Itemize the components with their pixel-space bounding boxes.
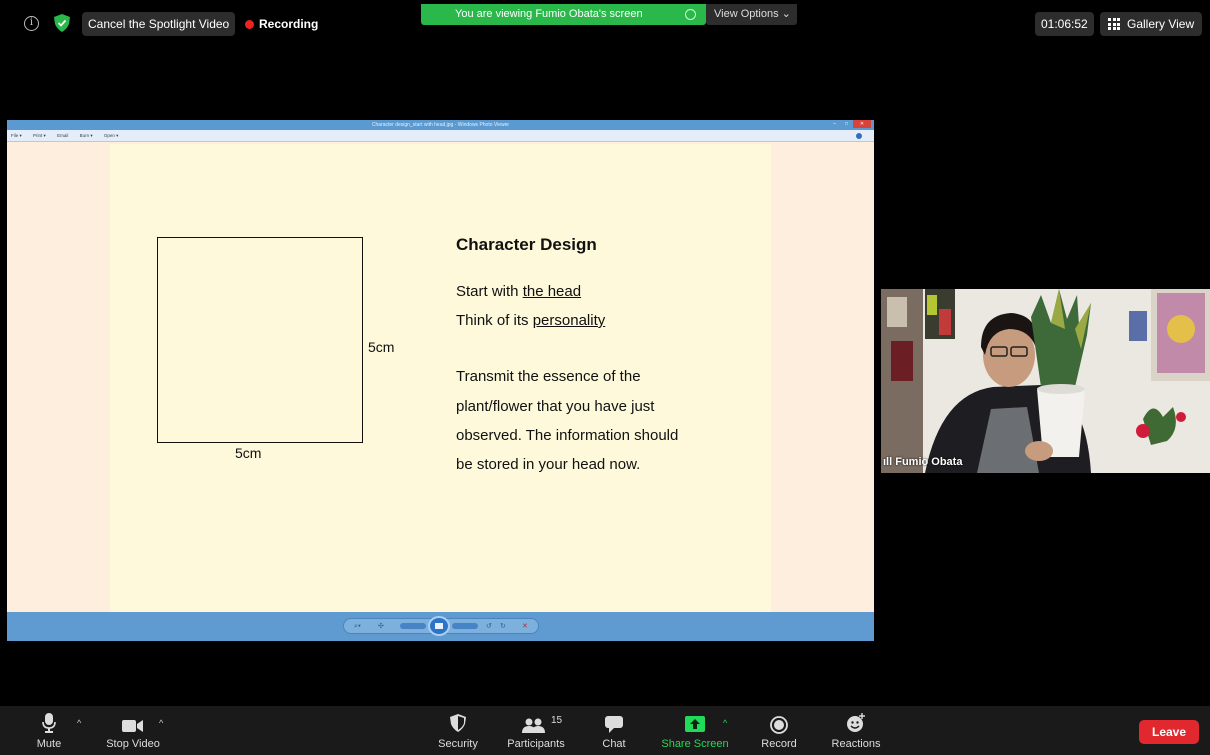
- window-controls: – □ ✕: [828, 120, 871, 130]
- gallery-view-button[interactable]: Gallery View: [1100, 12, 1203, 36]
- zoom-icon: ⌕▾: [354, 623, 361, 630]
- signal-bars-icon: ıll: [883, 456, 893, 468]
- reactions-label: Reactions: [831, 738, 881, 750]
- video-options-chevron-icon[interactable]: ^: [159, 718, 163, 728]
- slide-title: Character Design: [456, 235, 597, 254]
- record-icon: [770, 716, 788, 734]
- stop-video-label: Stop Video: [106, 738, 160, 750]
- menu-open: Open ▾: [103, 133, 119, 138]
- chat-bubble-icon: [605, 716, 623, 733]
- fit-icon: ✣: [378, 623, 384, 630]
- help-icon: [856, 133, 862, 139]
- slide-image: 5cm 5cm Character Design Start with the …: [110, 144, 771, 612]
- participants-button[interactable]: 15 Participants: [500, 706, 572, 755]
- slide-body-line: plant/flower that you have just: [456, 398, 655, 415]
- meeting-toolbar: Mute ^ Stop Video ^ Security 15 Particip…: [0, 706, 1210, 755]
- slide-body-line: Transmit the essence of the: [456, 368, 641, 385]
- menu-print: Print ▾: [33, 133, 46, 138]
- slide-line-head: Start with the head: [456, 283, 582, 300]
- underlined-personality: personality: [532, 312, 606, 329]
- photo-viewer-controls: ⌕▾ ✣ ↺ ↻ ✕: [7, 612, 874, 641]
- recording-label: Recording: [259, 17, 319, 31]
- menu-email: Email: [57, 133, 69, 138]
- info-icon[interactable]: i: [24, 16, 39, 31]
- menu-burn: Burn ▾: [79, 133, 93, 138]
- minimize-icon: –: [833, 121, 836, 127]
- security-shield-icon: [450, 714, 466, 732]
- viewing-screen-text: You are viewing Fumio Obata's screen: [455, 8, 643, 20]
- recording-indicator[interactable]: Recording: [245, 12, 318, 36]
- encryption-shield-icon[interactable]: [54, 14, 70, 32]
- share-screen-arrow-icon: [685, 716, 705, 732]
- security-label: Security: [438, 738, 478, 750]
- chat-label: Chat: [602, 738, 626, 750]
- slide-line-personality: Think of its personality: [456, 312, 606, 329]
- previous-icon: [400, 623, 426, 629]
- smiley-plus-icon: [847, 713, 865, 732]
- next-icon: [452, 623, 478, 629]
- rotate-right-icon: ↻: [500, 623, 506, 630]
- square-height-label: 5cm: [368, 339, 395, 355]
- participants-label: Participants: [507, 738, 565, 750]
- photo-viewer-title-bar: Character design_start with head.jpg - W…: [7, 120, 874, 130]
- maximize-icon: □: [844, 121, 849, 127]
- record-label: Record: [761, 738, 797, 750]
- square-width-label: 5cm: [235, 445, 262, 461]
- rotate-left-icon: ↺: [486, 623, 492, 630]
- close-icon: ✕: [853, 120, 871, 128]
- delete-icon: ✕: [522, 623, 528, 630]
- participants-icon: [522, 718, 545, 733]
- chat-button[interactable]: Chat: [590, 706, 638, 755]
- menu-file: File ▾: [11, 133, 22, 138]
- microphone-icon: [42, 713, 56, 733]
- slide-body-line: be stored in your head now.: [456, 456, 641, 473]
- leave-button[interactable]: Leave: [1139, 720, 1199, 744]
- meeting-timer: 01:06:52: [1035, 12, 1094, 36]
- view-options-button[interactable]: View Options ⌄: [706, 4, 797, 25]
- security-button[interactable]: Security: [430, 706, 486, 755]
- participant-video-tile[interactable]: ıll Fumio Obata: [881, 289, 1210, 473]
- photo-viewer-control-pill: ⌕▾ ✣ ↺ ↻ ✕: [343, 616, 539, 636]
- mute-label: Mute: [36, 738, 62, 750]
- status-ring-icon: [685, 9, 696, 20]
- grid-icon: [1108, 18, 1120, 30]
- photo-viewer-menu: File ▾ Print ▾ Email Burn ▾ Open ▾: [7, 130, 874, 142]
- meeting-top-bar: i Cancel the Spotlight Video Recording Y…: [0, 0, 1210, 48]
- head-square-outline: [157, 237, 363, 443]
- video-camera-icon: [122, 720, 143, 732]
- slideshow-icon: [428, 616, 450, 636]
- viewing-screen-banner: You are viewing Fumio Obata's screen: [421, 4, 706, 25]
- share-screen-label: Share Screen: [661, 738, 729, 750]
- participants-count: 15: [551, 715, 563, 726]
- photo-viewer-title: Character design_start with head.jpg - W…: [371, 122, 510, 128]
- share-screen-button[interactable]: Share Screen: [655, 706, 735, 755]
- participant-name: Fumio Obata: [895, 456, 963, 468]
- underlined-head: the head: [522, 283, 582, 300]
- slide-body-line: observed. The information should: [456, 427, 679, 444]
- share-options-chevron-icon[interactable]: ^: [723, 718, 727, 728]
- gallery-view-label: Gallery View: [1127, 17, 1195, 31]
- participant-name-label: ıll Fumio Obata: [883, 456, 962, 468]
- reactions-button[interactable]: Reactions: [824, 706, 888, 755]
- audio-options-chevron-icon[interactable]: ^: [77, 718, 81, 728]
- record-button[interactable]: Record: [752, 706, 806, 755]
- mute-button[interactable]: Mute: [24, 706, 74, 755]
- cancel-spotlight-button[interactable]: Cancel the Spotlight Video: [82, 12, 236, 36]
- shared-screen: Character design_start with head.jpg - W…: [7, 120, 874, 641]
- stop-video-button[interactable]: Stop Video: [100, 706, 166, 755]
- participant-video-image: [881, 289, 1210, 473]
- recording-dot-icon: [245, 19, 254, 29]
